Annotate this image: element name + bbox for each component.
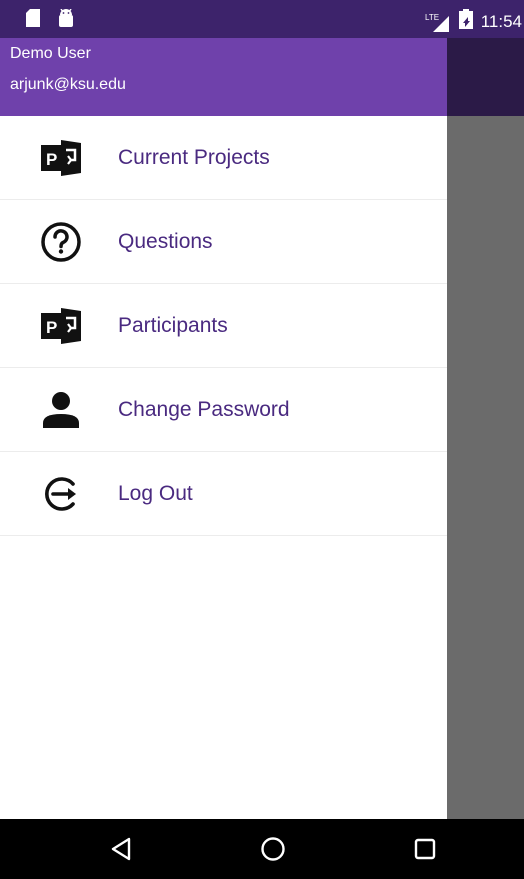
scrim-overlay[interactable] — [447, 38, 524, 116]
menu-item-log-out[interactable]: Log Out — [0, 452, 447, 536]
menu-label-change-password: Change Password — [118, 397, 290, 421]
logout-icon — [37, 470, 85, 518]
recents-icon[interactable] — [407, 831, 443, 867]
project-icon: P — [37, 302, 85, 350]
user-email: arjunk@ksu.edu — [10, 76, 126, 93]
question-icon — [37, 218, 85, 266]
system-nav-bar — [0, 819, 524, 879]
app-screen: LTE 11:54 Demo User arjunk@ksu.edu P Cur… — [0, 0, 524, 879]
menu-item-questions[interactable]: Questions — [0, 200, 447, 284]
menu-item-current-projects[interactable]: P Current Projects — [0, 116, 447, 200]
android-icon — [58, 8, 74, 32]
svg-text:P: P — [46, 318, 57, 337]
project-icon: P — [37, 134, 85, 182]
network-label: LTE — [425, 13, 439, 22]
menu-item-participants[interactable]: P Participants — [0, 284, 447, 368]
person-icon — [37, 386, 85, 434]
battery-icon — [458, 9, 473, 34]
svg-text:P: P — [46, 150, 57, 169]
drawer-header: Demo User arjunk@ksu.edu — [0, 38, 447, 116]
menu-label-participants: Participants — [118, 313, 228, 337]
sd-card-icon — [26, 9, 40, 32]
navigation-drawer: Demo User arjunk@ksu.edu P Current Proje… — [0, 38, 447, 819]
user-name: Demo User — [10, 45, 91, 62]
menu-label-questions: Questions — [118, 229, 213, 253]
menu-label-current-projects: Current Projects — [118, 145, 270, 169]
home-icon[interactable] — [255, 831, 291, 867]
back-icon[interactable] — [103, 831, 139, 867]
menu-item-change-password[interactable]: Change Password — [0, 368, 447, 452]
lte-signal-icon: LTE — [425, 12, 451, 32]
menu-label-log-out: Log Out — [118, 481, 193, 505]
status-bar: LTE 11:54 — [0, 0, 524, 38]
status-time: 11:54 — [480, 11, 522, 31]
